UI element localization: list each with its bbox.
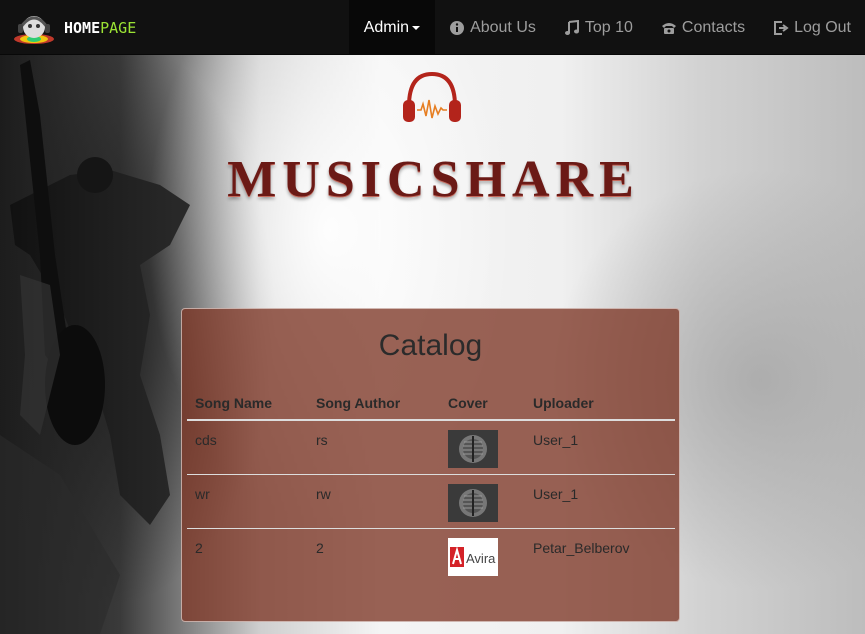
column-header-song-author: Song Author [308, 389, 440, 421]
avira-logo-cover[interactable]: Avira [448, 537, 498, 576]
uploader-cell: Petar_Belberov [525, 527, 675, 582]
nav-menu: Admin About Us Top 10 Contacts Log Out [348, 0, 865, 55]
column-header-song-name: Song Name [187, 389, 308, 421]
site-title: MUSICSHARE [227, 151, 640, 208]
cover-image[interactable] [448, 430, 498, 468]
nav-contacts-label: Contacts [681, 18, 746, 36]
nav-top-10-label: Top 10 [584, 18, 633, 36]
song-name-cell: wr [187, 473, 308, 528]
nav-log-out-label: Log Out [794, 18, 851, 36]
caret-down-icon [412, 25, 421, 30]
song-author-cell: 2 [308, 527, 440, 582]
nav-admin-dropdown[interactable]: Admin [348, 0, 436, 55]
cover-image[interactable] [448, 483, 498, 522]
song-author-cell: rw [308, 473, 440, 528]
brand-text: HOMEPAGE [64, 19, 137, 37]
svg-text:Avira: Avira [466, 551, 496, 566]
headset-logo-icon [14, 16, 54, 44]
nav-about-us[interactable]: About Us [435, 0, 550, 55]
nav-log-out[interactable]: Log Out [759, 0, 865, 55]
table-row[interactable]: 2 2 Avira Petar_Belberov [187, 527, 675, 582]
column-header-uploader: Uploader [525, 389, 675, 421]
song-name-cell: cds [195, 432, 217, 448]
navbar: HOMEPAGE Admin About Us Top 10 Contacts … [0, 0, 865, 55]
table-row[interactable]: cds rs User_1 [187, 420, 675, 474]
table-header-row: Song Name Song Author Cover Uploader [187, 389, 675, 421]
table-row[interactable]: wr rw User_1 [187, 473, 675, 528]
catalog-table: Song Name Song Author Cover Uploader cds… [187, 389, 675, 582]
cover-cell: Avira [440, 527, 525, 582]
cover-cell [440, 473, 525, 528]
catalog-panel: Catalog Song Name Song Author Cover Uplo… [181, 308, 680, 622]
uploader-cell: User_1 [525, 473, 675, 528]
nav-contacts[interactable]: Contacts [647, 0, 759, 55]
column-header-cover: Cover [440, 389, 525, 421]
song-author-cell: rs [316, 432, 328, 448]
log-out-icon [774, 20, 789, 35]
catalog-title: Catalog [378, 329, 483, 362]
uploader-cell: User_1 [533, 432, 579, 448]
phone-icon [661, 22, 676, 34]
nav-about-us-label: About Us [470, 18, 536, 36]
nav-admin-label: Admin [363, 18, 410, 36]
cover-cell [440, 420, 525, 474]
info-sign-icon [450, 20, 465, 35]
brand-link[interactable]: HOMEPAGE [12, 9, 136, 47]
song-name-cell: 2 [187, 527, 308, 582]
nav-top-10[interactable]: Top 10 [550, 0, 647, 55]
headphones-icon [403, 71, 461, 122]
music-note-icon [564, 19, 579, 35]
